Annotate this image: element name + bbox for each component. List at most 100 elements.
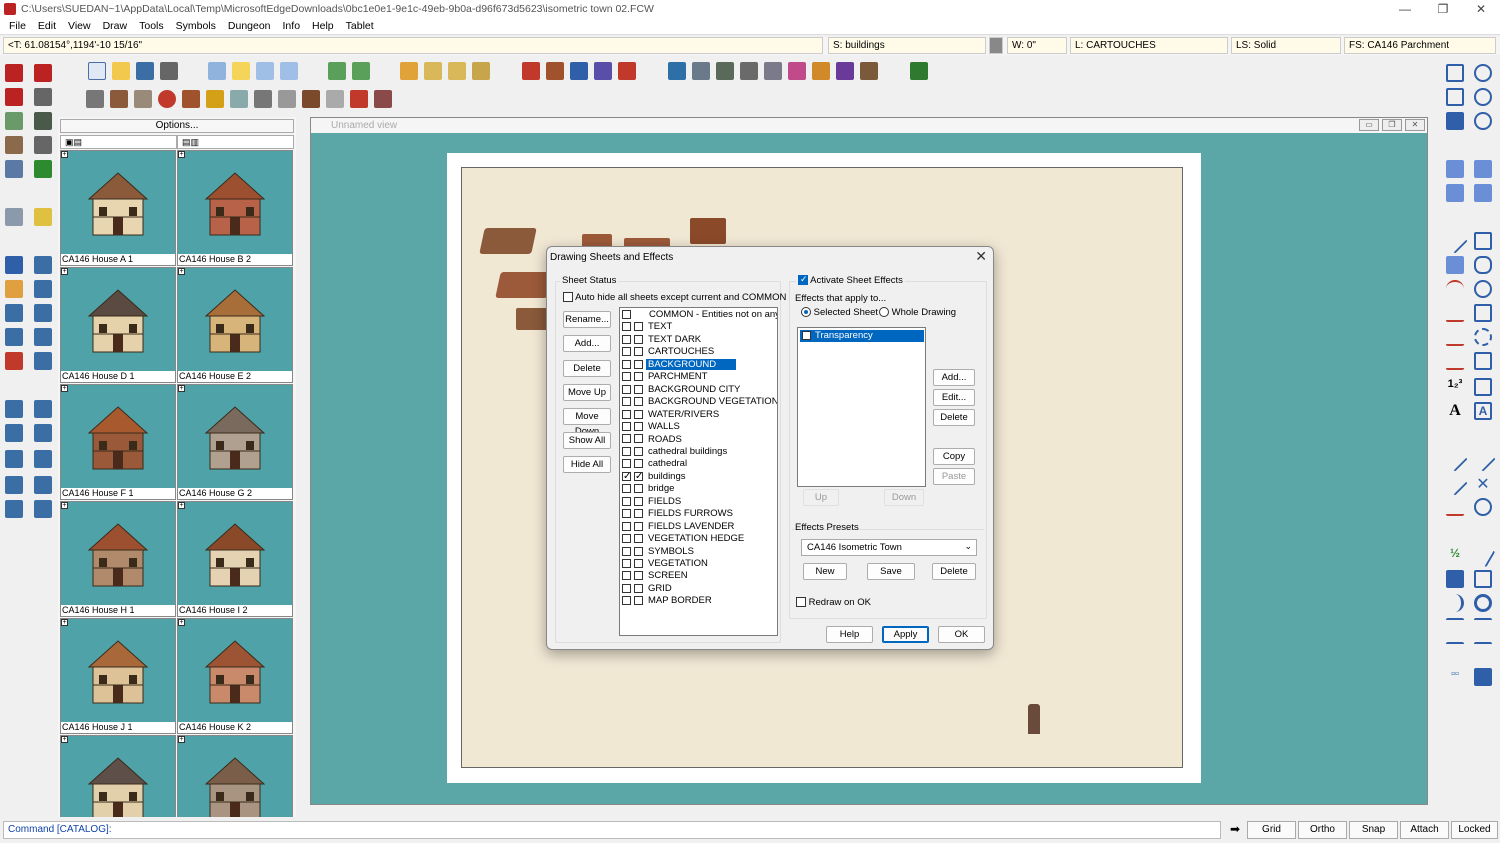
scale-icon[interactable] bbox=[34, 424, 52, 442]
catalog-item[interactable]: + CA146 House B 2 bbox=[177, 150, 293, 266]
apply-button[interactable]: Apply bbox=[882, 626, 929, 643]
zoom-in-icon[interactable] bbox=[1474, 64, 1492, 82]
ok-button[interactable]: OK bbox=[938, 626, 985, 643]
map-tool-icon[interactable] bbox=[5, 160, 23, 178]
sheet-visible-checkbox[interactable] bbox=[622, 372, 631, 382]
menu-view[interactable]: View bbox=[62, 20, 97, 32]
catalog-tab-folders[interactable]: ▤▥ bbox=[177, 135, 294, 149]
catalog-icon[interactable] bbox=[400, 62, 418, 80]
grid-tool-icon[interactable] bbox=[34, 88, 52, 106]
shape-tool-icon[interactable] bbox=[1474, 304, 1492, 322]
overlay-gray-icon[interactable] bbox=[692, 62, 710, 80]
locked-toggle[interactable]: Locked bbox=[1451, 821, 1498, 839]
expand-icon[interactable]: + bbox=[178, 151, 185, 158]
sheet-active-checkbox[interactable] bbox=[634, 384, 643, 394]
sheet-row[interactable]: WATER/RIVERS bbox=[622, 409, 777, 421]
sheet-active-checkbox[interactable] bbox=[634, 446, 643, 456]
preset-dropdown[interactable]: CA146 Isometric Town ⌄ bbox=[801, 539, 977, 556]
sheet-active-checkbox[interactable] bbox=[634, 484, 643, 494]
red-cross-icon[interactable] bbox=[350, 90, 368, 108]
rectangle-tool-icon[interactable] bbox=[1474, 232, 1492, 250]
group-icon[interactable] bbox=[34, 476, 52, 494]
open-folder-icon[interactable] bbox=[112, 62, 130, 80]
smooth-shape-icon[interactable] bbox=[1474, 328, 1492, 346]
node-tool-icon[interactable] bbox=[1474, 352, 1492, 370]
expand-icon[interactable]: + bbox=[61, 736, 68, 743]
menu-file[interactable]: File bbox=[3, 20, 32, 32]
effect-checkbox[interactable] bbox=[802, 330, 811, 340]
sheet-row[interactable]: CARTOUCHES bbox=[622, 346, 777, 358]
sheet-active-checkbox[interactable] bbox=[634, 334, 643, 344]
snap-toggle[interactable]: Snap bbox=[1349, 821, 1398, 839]
creature-icon[interactable] bbox=[374, 90, 392, 108]
expand-icon[interactable]: + bbox=[178, 736, 185, 743]
sheet-active-checkbox[interactable] bbox=[634, 422, 643, 432]
sheet-visible-checkbox[interactable] bbox=[622, 546, 631, 556]
sheet-list[interactable]: COMMON - Entities not on any TEXT TEXT DAR… bbox=[619, 307, 778, 636]
number-tool-icon[interactable]: 1₂³ bbox=[1446, 378, 1464, 396]
catalog-item[interactable]: + CA146 House D 1 bbox=[60, 267, 176, 383]
delete-sheet-button[interactable]: Delete bbox=[563, 360, 611, 377]
zoom-select-icon[interactable] bbox=[5, 208, 23, 226]
snap-nearest-icon[interactable] bbox=[1446, 498, 1464, 516]
sheet-row[interactable]: SCREEN bbox=[622, 570, 777, 582]
snap-circle-icon[interactable] bbox=[1474, 594, 1492, 612]
texture-tool-icon[interactable] bbox=[34, 112, 52, 130]
move-down-button[interactable]: Move Down bbox=[563, 408, 611, 437]
sheet-active-checkbox[interactable] bbox=[634, 521, 643, 531]
rename-sheet-button[interactable]: Rename... bbox=[563, 311, 611, 328]
sheet-row[interactable]: BACKGROUND CITY bbox=[622, 384, 777, 396]
sheet-active-checkbox[interactable] bbox=[634, 471, 643, 483]
tower-symbol[interactable] bbox=[1028, 704, 1040, 734]
line-tool-icon[interactable] bbox=[1442, 228, 1468, 254]
style-crimson-icon[interactable] bbox=[618, 62, 636, 80]
edit-effect-button[interactable]: Edit... bbox=[933, 389, 975, 406]
eyedropper-icon[interactable] bbox=[34, 256, 52, 274]
color-swatch[interactable] bbox=[989, 37, 1003, 54]
expand-icon[interactable]: + bbox=[61, 385, 68, 392]
menu-dungeon[interactable]: Dungeon bbox=[222, 20, 277, 32]
sheet-visible-checkbox[interactable] bbox=[622, 446, 631, 456]
view-minimize-button[interactable]: ▭ bbox=[1359, 119, 1379, 131]
ankh-icon[interactable] bbox=[206, 90, 224, 108]
sheet-visible-checkbox[interactable] bbox=[622, 521, 631, 531]
edit-list-icon[interactable] bbox=[280, 62, 298, 80]
minimize-button[interactable]: — bbox=[1386, 0, 1424, 18]
cube-icon[interactable] bbox=[86, 90, 104, 108]
catalog-item[interactable]: + CA146 House F 1 bbox=[60, 384, 176, 500]
grid-toggle[interactable]: Grid bbox=[1247, 821, 1296, 839]
sheet-visible-checkbox[interactable] bbox=[622, 434, 631, 444]
catalog-item[interactable]: + CA146 House J 1 bbox=[60, 618, 176, 734]
redraw-icon[interactable] bbox=[1446, 112, 1464, 130]
copy-effect-button[interactable]: Copy bbox=[933, 448, 975, 465]
snap-square-icon[interactable] bbox=[1474, 570, 1492, 588]
style-purple-icon[interactable] bbox=[594, 62, 612, 80]
line-width-field[interactable]: W: 0" bbox=[1007, 37, 1067, 54]
sheet-active-checkbox[interactable] bbox=[634, 571, 643, 581]
sheet-row[interactable]: SYMBOLS bbox=[622, 546, 777, 558]
transform-tool-icon[interactable] bbox=[34, 160, 52, 178]
frame-icon[interactable] bbox=[5, 476, 23, 494]
layer-number-icon[interactable] bbox=[910, 62, 928, 80]
snap-line-icon[interactable] bbox=[1442, 446, 1468, 472]
menu-draw[interactable]: Draw bbox=[97, 20, 134, 32]
catalog-item[interactable]: + CA146 House G 2 bbox=[177, 384, 293, 500]
sheet-active-checkbox[interactable] bbox=[634, 347, 643, 357]
send-back-icon[interactable] bbox=[1474, 184, 1492, 202]
undo-icon[interactable] bbox=[5, 256, 23, 274]
ortho-toggle[interactable]: Ortho bbox=[1298, 821, 1347, 839]
rubble-icon[interactable] bbox=[134, 90, 152, 108]
sheet-active-checkbox[interactable] bbox=[634, 372, 643, 382]
overlay-blue-icon[interactable] bbox=[668, 62, 686, 80]
pencil-icon[interactable] bbox=[5, 352, 23, 370]
save-preset-button[interactable]: Save bbox=[867, 563, 915, 580]
sheet-visible-checkbox[interactable] bbox=[622, 571, 631, 581]
line-icon[interactable] bbox=[5, 500, 23, 518]
menu-edit[interactable]: Edit bbox=[32, 20, 62, 32]
sheet-visible-checkbox[interactable] bbox=[622, 484, 631, 494]
catalog-next-icon[interactable] bbox=[448, 62, 466, 80]
sheet-row[interactable]: FIELDS LAVENDER bbox=[622, 521, 777, 533]
new-file-icon[interactable] bbox=[88, 62, 106, 80]
sheet-active-checkbox[interactable] bbox=[634, 583, 643, 593]
door-icon[interactable] bbox=[302, 90, 320, 108]
